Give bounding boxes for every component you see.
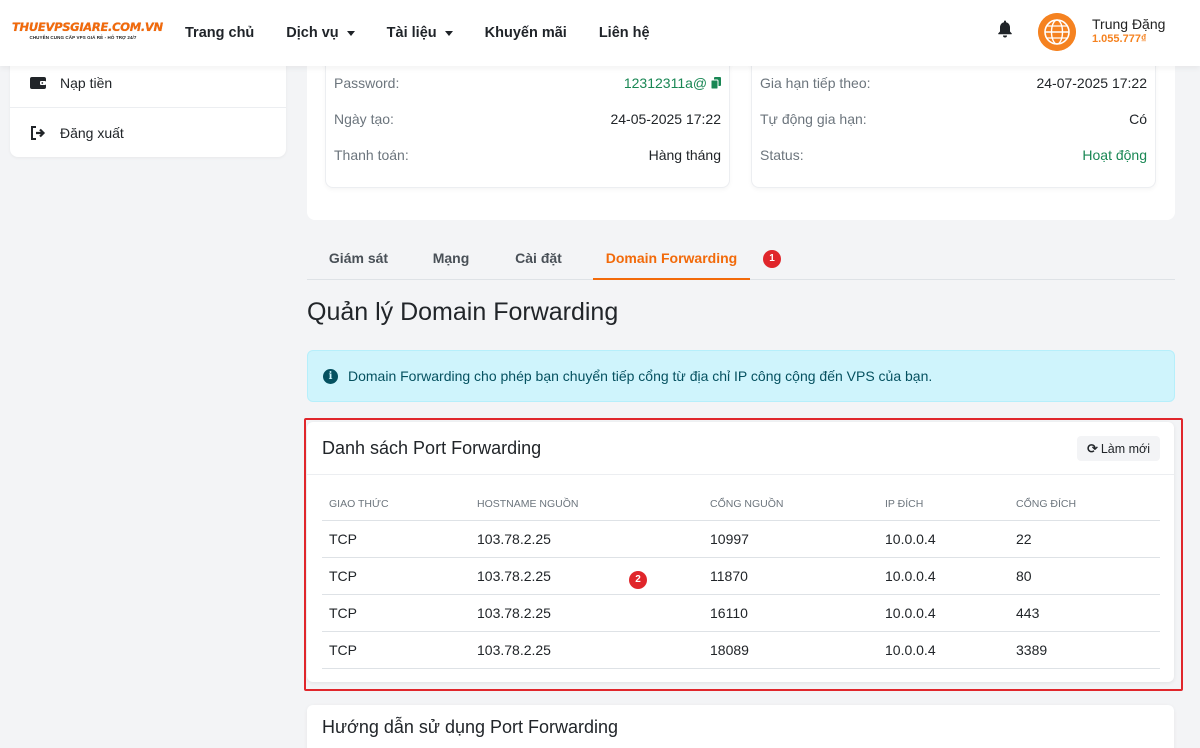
sidebar-item-label: Nạp tiền: [60, 74, 113, 91]
status-value: Hoạt động: [1082, 147, 1147, 163]
tab-label: Cài đặt: [515, 250, 562, 266]
annotation-marker-1: 1: [763, 250, 781, 268]
tab-label: Domain Forwarding: [605, 250, 738, 266]
site-logo[interactable]: THUEVPSGIARE.COM.VN CHUYÊN CUNG CẤP VPS …: [12, 20, 163, 40]
nav-promotions[interactable]: Khuyến mãi: [485, 25, 567, 41]
globe-icon: [1038, 13, 1076, 51]
tab-label: Giám sát: [328, 250, 389, 266]
info-label: Tự động gia hạn:: [760, 111, 867, 127]
tab-monitoring[interactable]: Giám sát: [307, 238, 410, 280]
nav-services[interactable]: Dịch vụ: [286, 25, 355, 41]
vps-info-panel: Password: 12312311a@ Ngày tạo: 24-05-202…: [307, 40, 1175, 220]
info-circle-icon: i: [323, 368, 338, 384]
info-value: 24-05-2025 17:22: [610, 111, 721, 127]
tab-network[interactable]: Mạng: [410, 238, 492, 280]
sidebar-item-label: Đăng xuất: [60, 124, 124, 141]
nav-home-label: Trang chủ: [185, 25, 255, 41]
info-alert: i Domain Forwarding cho phép bạn chuyển …: [307, 350, 1175, 402]
sidebar: Nạp tiền Đăng xuất: [10, 56, 286, 157]
tab-domain-forwarding[interactable]: Domain Forwarding: [593, 238, 750, 280]
info-value: 24-07-2025 17:22: [1036, 75, 1147, 91]
info-row-billing: Thanh toán: Hàng tháng: [334, 147, 721, 167]
top-navbar: THUEVPSGIARE.COM.VN CHUYÊN CUNG CẤP VPS …: [0, 0, 1200, 66]
guide-card: Hướng dẫn sử dụng Port Forwarding: [307, 705, 1174, 748]
nav-home[interactable]: Trang chủ: [185, 25, 254, 41]
nav-services-label: Dịch vụ: [286, 25, 339, 41]
wallet-icon: [29, 75, 47, 91]
nav-promotions-label: Khuyến mãi: [484, 25, 567, 41]
user-balance: 1.055.777₫: [1092, 33, 1147, 45]
sign-out-icon: [29, 125, 47, 141]
main-nav: Trang chủ Dịch vụ Tài liệu Khuyến mãi Li…: [185, 0, 682, 66]
password-text: 12312311a@: [623, 75, 708, 91]
user-name[interactable]: Trung Đặng: [1092, 16, 1165, 32]
info-label: Thanh toán:: [334, 147, 409, 163]
info-row-status: Status: Hoạt động: [760, 147, 1147, 167]
bell-icon[interactable]: [996, 19, 1014, 39]
sidebar-item-logout[interactable]: Đăng xuất: [10, 108, 286, 157]
logo-brand: THUEVPSGIARE.COM.VN: [12, 20, 163, 34]
info-label: Ngày tạo:: [334, 111, 394, 127]
info-row-auto-renew: Tự động gia hạn: Có: [760, 111, 1147, 131]
guide-title: Hướng dẫn sử dụng Port Forwarding: [322, 717, 619, 737]
nav-contact[interactable]: Liên hệ: [599, 25, 650, 41]
chevron-down-icon: [444, 30, 453, 36]
info-row-password: Password: 12312311a@: [334, 75, 721, 95]
avatar[interactable]: [1038, 13, 1076, 51]
logo-tagline: CHUYÊN CUNG CẤP VPS GIÁ RẺ - HỖ TRỢ 24/7: [29, 35, 137, 40]
nav-contact-label: Liên hệ: [598, 25, 650, 41]
detail-tabs: Giám sát Mạng Cài đặt Domain Forwarding …: [307, 238, 1175, 280]
tab-settings[interactable]: Cài đặt: [492, 238, 585, 280]
tab-label: Mạng: [432, 250, 470, 266]
alert-text: Domain Forwarding cho phép bạn chuyển ti…: [348, 368, 933, 384]
annotation-highlight-box: [304, 418, 1183, 691]
copy-icon[interactable]: [710, 77, 721, 90]
password-value[interactable]: 12312311a@: [624, 75, 721, 91]
info-row-created: Ngày tạo: 24-05-2025 17:22: [334, 111, 721, 131]
info-row-next-renewal: Gia hạn tiếp theo: 24-07-2025 17:22: [760, 75, 1147, 95]
info-label: Gia hạn tiếp theo:: [760, 75, 871, 91]
info-label: Password:: [334, 75, 400, 91]
nav-docs-label: Tài liệu: [386, 25, 437, 41]
info-label: Status:: [760, 147, 804, 163]
info-value: Có: [1129, 111, 1147, 127]
chevron-down-icon: [346, 30, 355, 36]
info-value: Hàng tháng: [648, 147, 721, 163]
page-title: Quản lý Domain Forwarding: [307, 298, 619, 326]
nav-docs[interactable]: Tài liệu: [387, 25, 453, 41]
